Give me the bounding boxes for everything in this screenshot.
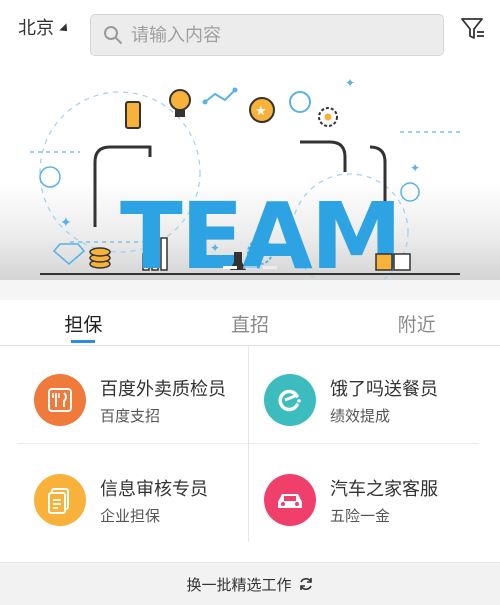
document-icon xyxy=(34,474,86,526)
svg-text:★: ★ xyxy=(255,104,267,119)
fork-knife-icon xyxy=(34,374,86,426)
job-title: 百度外卖质检员 xyxy=(100,378,226,400)
job-subtitle: 绩效提成 xyxy=(330,406,391,425)
search-box[interactable] xyxy=(90,14,444,56)
car-icon xyxy=(264,474,316,526)
pagination-dot[interactable] xyxy=(223,266,237,269)
search-icon xyxy=(104,26,122,44)
city-label: 北京 xyxy=(18,18,54,39)
svg-text:✦: ✦ xyxy=(60,215,72,231)
job-card[interactable]: 百度外卖质检员 百度支招 xyxy=(0,346,250,454)
job-title: 饿了吗送餐员 xyxy=(330,378,438,400)
eleme-logo-icon xyxy=(264,374,316,426)
banner-pagination xyxy=(0,266,500,269)
svg-text:✦: ✦ xyxy=(345,76,355,90)
refresh-icon xyxy=(299,578,312,590)
promo-banner[interactable]: ✦ ✦ ✦ ✦ ★ TEAM xyxy=(0,62,500,280)
search-input[interactable] xyxy=(131,24,411,46)
job-card[interactable]: 饿了吗送餐员 绩效提成 xyxy=(230,346,480,454)
top-bar: 北京 xyxy=(0,0,500,62)
refresh-label: 换一批精选工作 xyxy=(186,575,292,594)
job-subtitle: 百度支招 xyxy=(100,406,161,425)
tab-guarantee[interactable]: 担保 xyxy=(0,300,167,345)
job-subtitle: 企业担保 xyxy=(100,506,161,525)
svg-text:✦: ✦ xyxy=(410,161,420,175)
job-subtitle: 五险一金 xyxy=(330,506,391,525)
job-card[interactable]: 汽车之家客服 五险一金 xyxy=(230,446,480,554)
caret-down-icon xyxy=(59,23,71,35)
team-illustration: ✦ ✦ ✦ ✦ ★ TEAM xyxy=(30,76,460,280)
filter-icon[interactable] xyxy=(460,16,486,42)
job-card[interactable]: 信息审核专员 企业担保 xyxy=(0,446,250,554)
tab-nearby[interactable]: 附近 xyxy=(333,300,500,345)
job-title: 汽车之家客服 xyxy=(330,478,438,500)
tab-direct-hire[interactable]: 直招 xyxy=(167,300,334,345)
pagination-dot[interactable] xyxy=(243,266,257,269)
job-list: 百度外卖质检员 百度支招 饿了吗送餐员 绩效提成 信息审核专员 企业担保 汽车之… xyxy=(0,346,500,562)
category-tabs: 担保 直招 附近 xyxy=(0,300,500,346)
refresh-jobs-button[interactable]: 换一批精选工作 xyxy=(0,562,500,605)
pagination-dot[interactable] xyxy=(263,266,277,269)
job-title: 信息审核专员 xyxy=(100,478,208,500)
city-selector[interactable]: 北京 xyxy=(18,14,71,40)
